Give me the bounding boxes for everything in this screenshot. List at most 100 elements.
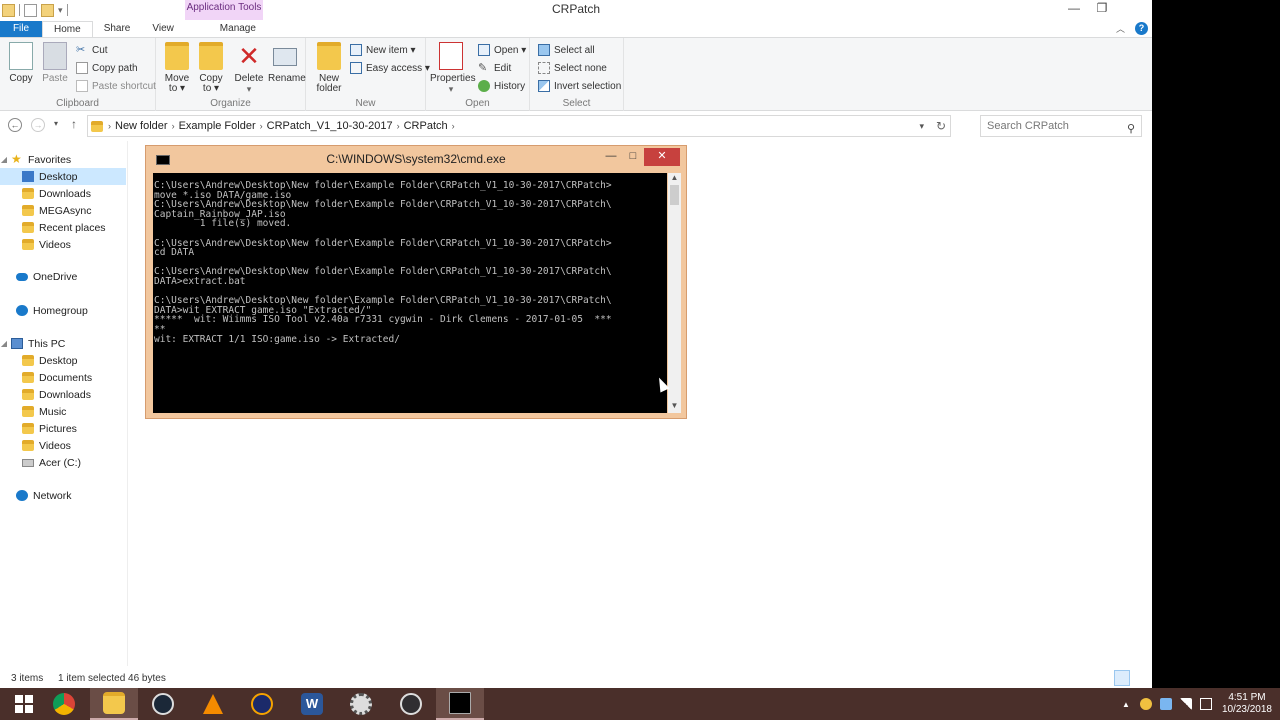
nav-favorites-videos[interactable]: Videos xyxy=(0,236,126,253)
breadcrumb-crpatch[interactable]: CRPatch xyxy=(404,120,448,132)
nav-pc-drive-c[interactable]: Acer (C:) xyxy=(0,454,126,471)
nav-pc-desktop[interactable]: Desktop xyxy=(0,352,126,369)
search-input[interactable]: Search CRPatch ⚲ xyxy=(980,115,1142,137)
properties-button[interactable]: Properties ▾ xyxy=(430,42,476,94)
show-hidden-icons-icon[interactable]: ▲ xyxy=(1122,700,1130,709)
search-icon[interactable]: ⚲ xyxy=(1127,119,1135,139)
network-icon xyxy=(16,490,28,501)
breadcrumb-example-folder[interactable]: Example Folder xyxy=(179,120,256,132)
ribbon-collapse-icon[interactable]: ︿ xyxy=(1116,22,1125,35)
taskbar-cmd[interactable] xyxy=(436,688,484,720)
taskbar-file-explorer[interactable] xyxy=(90,688,138,720)
minimize-button[interactable]: — xyxy=(1060,0,1088,18)
taskbar-word[interactable]: W xyxy=(288,688,336,720)
select-none-button[interactable]: Select none xyxy=(538,62,607,74)
copy-button[interactable]: Copy xyxy=(6,42,36,84)
tab-share[interactable]: Share xyxy=(93,21,142,38)
cut-button[interactable]: ✂ Cut xyxy=(76,44,108,56)
breadcrumb-separator[interactable]: › xyxy=(172,121,175,131)
cmd-console-output[interactable]: C:\Users\Andrew\Desktop\New folder\Examp… xyxy=(153,173,667,413)
delete-button[interactable]: ✕ Delete ▾ xyxy=(234,42,264,94)
tab-file[interactable]: File xyxy=(0,21,42,38)
tray-app-icon[interactable] xyxy=(1159,698,1172,710)
volume-icon[interactable] xyxy=(1199,698,1212,710)
history-button[interactable]: History xyxy=(478,80,525,92)
back-button[interactable]: ← xyxy=(8,118,22,132)
nav-pc-downloads[interactable]: Downloads xyxy=(0,386,126,403)
cmd-maximize-button[interactable]: □ xyxy=(622,148,644,166)
new-folder-icon[interactable] xyxy=(41,3,54,17)
scroll-up-icon[interactable]: ▲ xyxy=(668,173,681,185)
network-signal-icon[interactable] xyxy=(1179,698,1192,710)
taskbar-settings-app[interactable] xyxy=(337,688,385,720)
chevron-down-icon[interactable]: ◢ xyxy=(0,339,8,348)
large-icons-view-button[interactable] xyxy=(1132,670,1148,686)
chevron-down-icon[interactable]: ◢ xyxy=(0,155,8,164)
taskbar-audacity[interactable] xyxy=(238,688,286,720)
rename-button[interactable]: Rename xyxy=(268,42,306,84)
address-bar[interactable]: › New folder › Example Folder › CRPatch_… xyxy=(87,115,951,137)
copy-path-button[interactable]: Copy path xyxy=(76,62,138,74)
tab-view[interactable]: View xyxy=(141,21,185,38)
breadcrumb-separator[interactable]: › xyxy=(260,121,263,131)
system-tray: ▲ 4:51 PM 10/23/2018 xyxy=(1122,688,1280,720)
taskbar-vlc[interactable] xyxy=(189,688,237,720)
new-item-button[interactable]: New item ▾ xyxy=(350,44,415,56)
cmd-title-bar[interactable]: C:\WINDOWS\system32\cmd.exe — □ ✕ xyxy=(146,146,686,172)
nav-network[interactable]: Network xyxy=(0,487,126,504)
move-to-button[interactable]: Move to ▾ xyxy=(162,42,192,94)
tab-home[interactable]: Home xyxy=(42,21,93,38)
breadcrumb-separator[interactable]: › xyxy=(108,121,111,131)
paste-button[interactable]: Paste xyxy=(40,42,70,84)
nav-pc-pictures[interactable]: Pictures xyxy=(0,420,126,437)
chevron-down-icon[interactable]: ▾ xyxy=(58,5,63,16)
open-label: Open ▾ xyxy=(494,44,527,56)
scroll-down-icon[interactable]: ▼ xyxy=(668,401,681,413)
nav-favorites-downloads[interactable]: Downloads xyxy=(0,185,126,202)
nav-favorites-desktop[interactable]: Desktop xyxy=(0,168,126,185)
nav-pc-videos[interactable]: Videos xyxy=(0,437,126,454)
edit-button[interactable]: ✎ Edit xyxy=(478,62,511,74)
nav-pc-music[interactable]: Music xyxy=(0,403,126,420)
properties-icon[interactable] xyxy=(24,3,37,17)
paste-shortcut-button[interactable]: Paste shortcut xyxy=(76,80,156,92)
easy-access-button[interactable]: Easy access ▾ xyxy=(350,62,430,74)
nav-this-pc[interactable]: ◢ This PC xyxy=(0,335,126,352)
nav-favorites-recent-places[interactable]: Recent places xyxy=(0,219,126,236)
new-folder-button[interactable]: New folder xyxy=(314,42,344,94)
taskbar-chrome[interactable] xyxy=(40,688,88,720)
nav-favorites[interactable]: ◢ ★ Favorites xyxy=(0,151,126,168)
cmd-scrollbar[interactable]: ▲ ▼ xyxy=(668,173,681,413)
up-arrow-icon[interactable]: ↑ xyxy=(71,117,77,131)
cmd-minimize-button[interactable]: — xyxy=(600,148,622,166)
close-button[interactable]: ✕ xyxy=(1116,0,1152,18)
taskbar-steam[interactable] xyxy=(139,688,187,720)
help-icon[interactable]: ? xyxy=(1135,22,1148,35)
breadcrumb-new-folder[interactable]: New folder xyxy=(115,120,168,132)
clock[interactable]: 4:51 PM 10/23/2018 xyxy=(1222,692,1272,716)
open-button[interactable]: Open ▾ xyxy=(478,44,526,56)
nav-favorites-megasync[interactable]: MEGAsync xyxy=(0,202,126,219)
cmd-close-button[interactable]: ✕ xyxy=(644,148,680,166)
copy-to-button[interactable]: Copy to ▾ xyxy=(196,42,226,94)
taskbar-obs[interactable] xyxy=(387,688,435,720)
invert-selection-button[interactable]: Invert selection xyxy=(538,80,621,92)
tab-manage[interactable]: Manage xyxy=(199,21,277,38)
select-all-button[interactable]: Select all xyxy=(538,44,595,56)
forward-button[interactable]: → xyxy=(31,118,45,132)
details-view-button[interactable] xyxy=(1114,670,1130,686)
refresh-icon[interactable]: ↻ xyxy=(936,119,946,133)
copy-icon xyxy=(9,42,33,70)
recent-locations-icon[interactable]: ▾ xyxy=(54,119,58,128)
chevron-down-icon[interactable]: ▾ xyxy=(919,121,924,132)
nav-homegroup[interactable]: Homegroup xyxy=(0,302,126,319)
nav-pc-documents[interactable]: Documents xyxy=(0,369,126,386)
breadcrumb-crpatch-v1[interactable]: CRPatch_V1_10-30-2017 xyxy=(267,120,393,132)
nav-onedrive[interactable]: OneDrive xyxy=(0,268,126,285)
scroll-thumb[interactable] xyxy=(670,185,679,205)
breadcrumb-separator[interactable]: › xyxy=(452,121,455,131)
restore-button[interactable]: ❐ xyxy=(1088,0,1116,18)
cut-label: Cut xyxy=(92,44,108,56)
tray-app-icon[interactable] xyxy=(1139,698,1152,710)
breadcrumb-separator[interactable]: › xyxy=(397,121,400,131)
